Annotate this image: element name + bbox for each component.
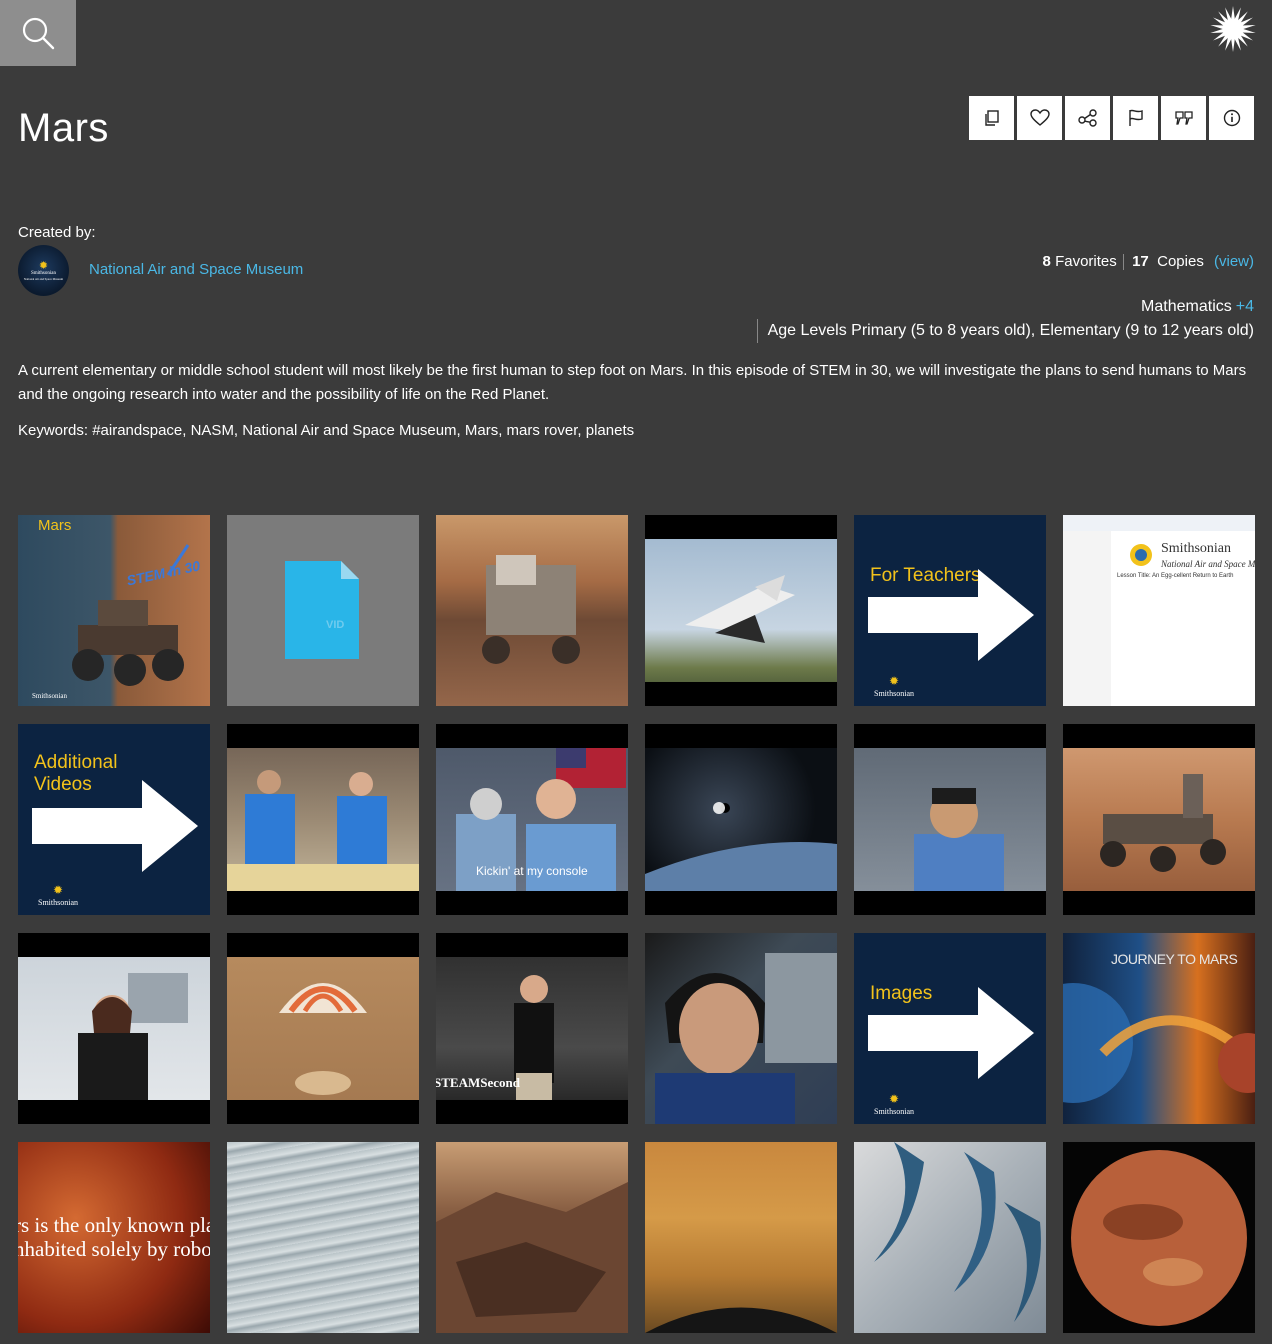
- file-type-label: VID: [326, 619, 345, 631]
- video-caption: STEAMSecond: [436, 1075, 520, 1090]
- resource-tile-mars-video[interactable]: Mars STEM in 30 Smithsonian: [18, 515, 210, 706]
- presenter-photo: [514, 975, 554, 1100]
- mars-globe-photo: [1071, 1150, 1247, 1326]
- smithsonian-logo[interactable]: [1208, 4, 1258, 54]
- rover-illustration: [72, 544, 190, 686]
- resource-tile-rock-outcrop[interactable]: [436, 1142, 628, 1333]
- search-icon: [22, 17, 55, 50]
- resource-tile-rover-render[interactable]: [1063, 724, 1255, 915]
- avatar-subtext: National Air and Space Museum: [23, 276, 64, 281]
- arrow-right-icon: [868, 569, 1034, 661]
- doc-subtitle: National Air and Space Museum: [1161, 559, 1255, 569]
- info-icon: [1223, 109, 1240, 127]
- favorite-button[interactable]: [1017, 96, 1062, 140]
- resource-tile-additional-videos[interactable]: Additional Videos ✹ Smithsonian: [18, 724, 210, 915]
- doc-brand: Smithsonian: [1161, 541, 1232, 556]
- arrow-right-icon: [868, 987, 1034, 1079]
- tile-brand: ✹ Smithsonian: [38, 883, 79, 907]
- sun-icon: ✹: [888, 1092, 900, 1106]
- flag-icon: [1128, 109, 1143, 126]
- engineer-photo: [914, 788, 1004, 891]
- action-toolbar: [969, 96, 1254, 140]
- shuttle-photo: [685, 575, 795, 643]
- astronaut-photo: [655, 953, 837, 1124]
- tile-title: JOURNEY TO MARS: [1111, 951, 1238, 967]
- resource-grid: Mars STEM in 30 Smithsonian VID For Teac…: [18, 515, 1255, 1333]
- sun-icon: ✹: [52, 883, 64, 897]
- resource-tile-astronaut[interactable]: [645, 933, 837, 1124]
- copy-button[interactable]: [969, 96, 1014, 140]
- copy-icon: [984, 110, 999, 126]
- subject-tags: Mathematics +4: [1141, 298, 1254, 316]
- favorites-label: Favorites: [1055, 253, 1117, 270]
- more-subjects-link[interactable]: +4: [1236, 298, 1254, 315]
- resource-tile-mars-horizon[interactable]: [645, 1142, 837, 1333]
- tile-brand: Smithsonian: [32, 692, 68, 700]
- resource-tile-capsule-landing[interactable]: [227, 933, 419, 1124]
- educator-photo: [78, 973, 188, 1100]
- resource-tile-eclipse-earth[interactable]: [645, 724, 837, 915]
- parachute-photo: [279, 983, 367, 1095]
- resource-tile-engineer-console[interactable]: [854, 724, 1046, 915]
- created-by-label: Created by:: [18, 224, 96, 241]
- creator-avatar[interactable]: ✹ Smithsonian National Air and Space Mus…: [18, 245, 69, 296]
- video-file-icon: [285, 561, 359, 659]
- mission-photo: [456, 748, 626, 891]
- video-caption: Kickin' at my console: [476, 864, 588, 878]
- resource-tile-rover-selfie[interactable]: [436, 515, 628, 706]
- quote-line-2: nhabited solely by robots: [18, 1237, 210, 1261]
- resource-tile-mars-globe[interactable]: [1063, 1142, 1255, 1333]
- resource-tile-mission-control[interactable]: Kickin' at my console: [436, 724, 628, 915]
- copies-count: 17: [1132, 253, 1149, 270]
- sunburst-icon: [1210, 6, 1256, 52]
- info-button[interactable]: [1209, 96, 1254, 140]
- resource-tile-steam-second[interactable]: STEAMSecond: [436, 933, 628, 1124]
- cite-button[interactable]: [1161, 96, 1206, 140]
- resource-tile-video-file[interactable]: VID: [227, 515, 419, 706]
- rover-photo: [482, 555, 580, 664]
- sun-icon: ✹: [38, 259, 49, 272]
- share-icon: [1077, 109, 1097, 127]
- quote-line-1: rs is the only known pla: [18, 1213, 210, 1237]
- heart-icon: [1029, 109, 1050, 126]
- resource-tile-lesson-plan[interactable]: Smithsonian National Air and Space Museu…: [1063, 515, 1255, 706]
- doc-lesson-title: Lesson Title: An Egg-cellent Return to E…: [1117, 573, 1234, 579]
- report-button[interactable]: [1113, 96, 1158, 140]
- view-copies-link[interactable]: (view): [1214, 253, 1254, 270]
- copies-label: Copies: [1157, 253, 1204, 270]
- resource-tile-robots-quote[interactable]: rs is the only known pla nhabited solely…: [18, 1142, 210, 1333]
- stats-divider: [1122, 254, 1124, 271]
- creator-link[interactable]: National Air and Space Museum: [89, 261, 303, 278]
- subject-name: Mathematics: [1141, 298, 1232, 315]
- resource-tile-studio-hosts[interactable]: [227, 724, 419, 915]
- collection-stats: 8 Favorites 17 Copies (view): [1042, 253, 1254, 271]
- favorites-count: 8: [1042, 253, 1051, 270]
- description: A current elementary or middle school st…: [18, 362, 1247, 403]
- sun-icon: ✹: [888, 674, 900, 688]
- rover-render: [1100, 774, 1226, 872]
- share-button[interactable]: [1065, 96, 1110, 140]
- page-title: Mars: [18, 106, 109, 150]
- resource-tile-dark-dunes[interactable]: [854, 1142, 1046, 1333]
- resource-tile-images[interactable]: Images ✹ Smithsonian: [854, 933, 1046, 1124]
- resource-tile-dunes-texture[interactable]: [227, 1142, 419, 1333]
- keywords: Keywords: #airandspace, NASM, National A…: [18, 422, 635, 439]
- age-levels: Age Levels Primary (5 to 8 years old), E…: [756, 319, 1254, 343]
- dunes-photo: [874, 1142, 1041, 1322]
- resource-tile-museum-educator[interactable]: [18, 933, 210, 1124]
- arrow-right-icon: [32, 780, 198, 872]
- resource-tile-shuttle[interactable]: [645, 515, 837, 706]
- hosts-photo: [227, 770, 419, 894]
- tile-brand: ✹ Smithsonian: [874, 1092, 915, 1116]
- resource-tile-for-teachers[interactable]: For Teachers ✹ Smithsonian: [854, 515, 1046, 706]
- quote-icon: [1174, 111, 1193, 125]
- rock-photo: [436, 1182, 628, 1333]
- horizon-photo: [645, 1307, 837, 1333]
- search-button[interactable]: [0, 0, 76, 66]
- tile-title: Mars: [38, 517, 72, 534]
- tile-brand: ✹ Smithsonian: [874, 674, 915, 698]
- earth-eclipse-photo: [645, 802, 837, 891]
- resource-tile-journey-to-mars[interactable]: JOURNEY TO MARS: [1063, 933, 1255, 1124]
